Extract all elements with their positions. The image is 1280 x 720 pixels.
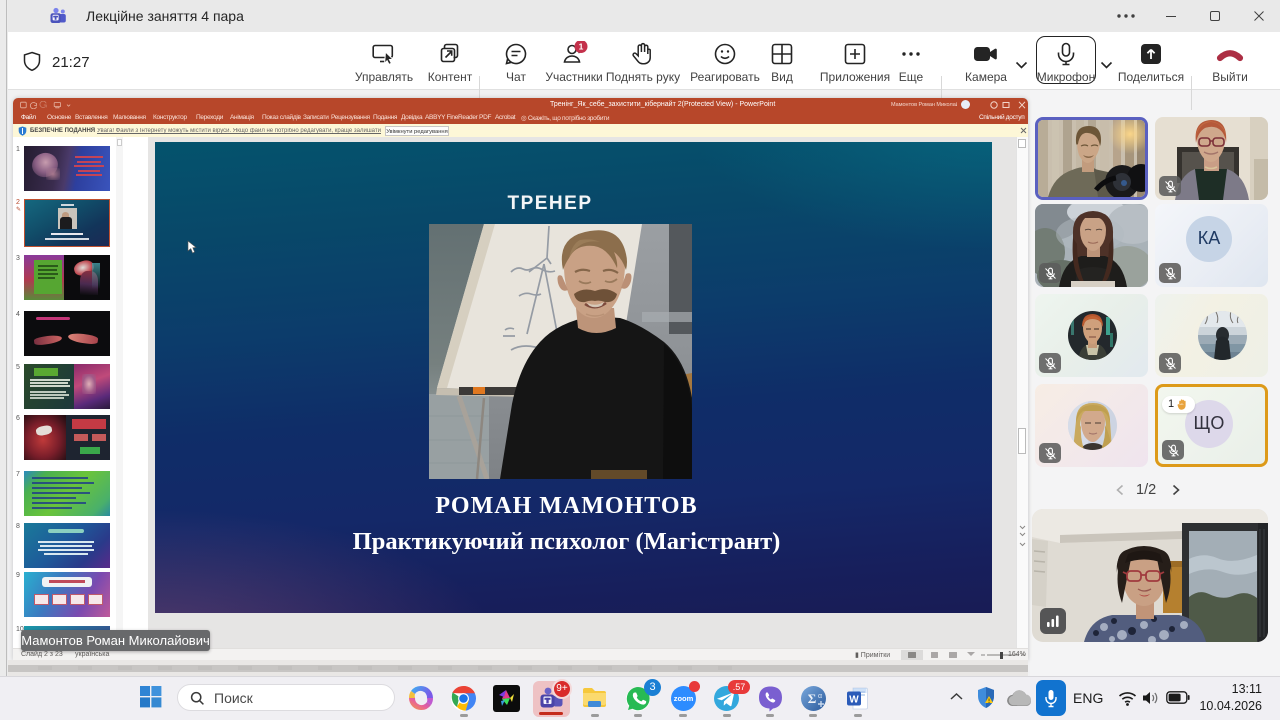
svg-text:1: 1 [578, 41, 583, 51]
svg-text:W: W [849, 695, 859, 706]
svg-text:α: α [818, 693, 822, 700]
svg-text:Σ: Σ [808, 691, 817, 706]
svg-text:zoom: zoom [674, 694, 694, 703]
